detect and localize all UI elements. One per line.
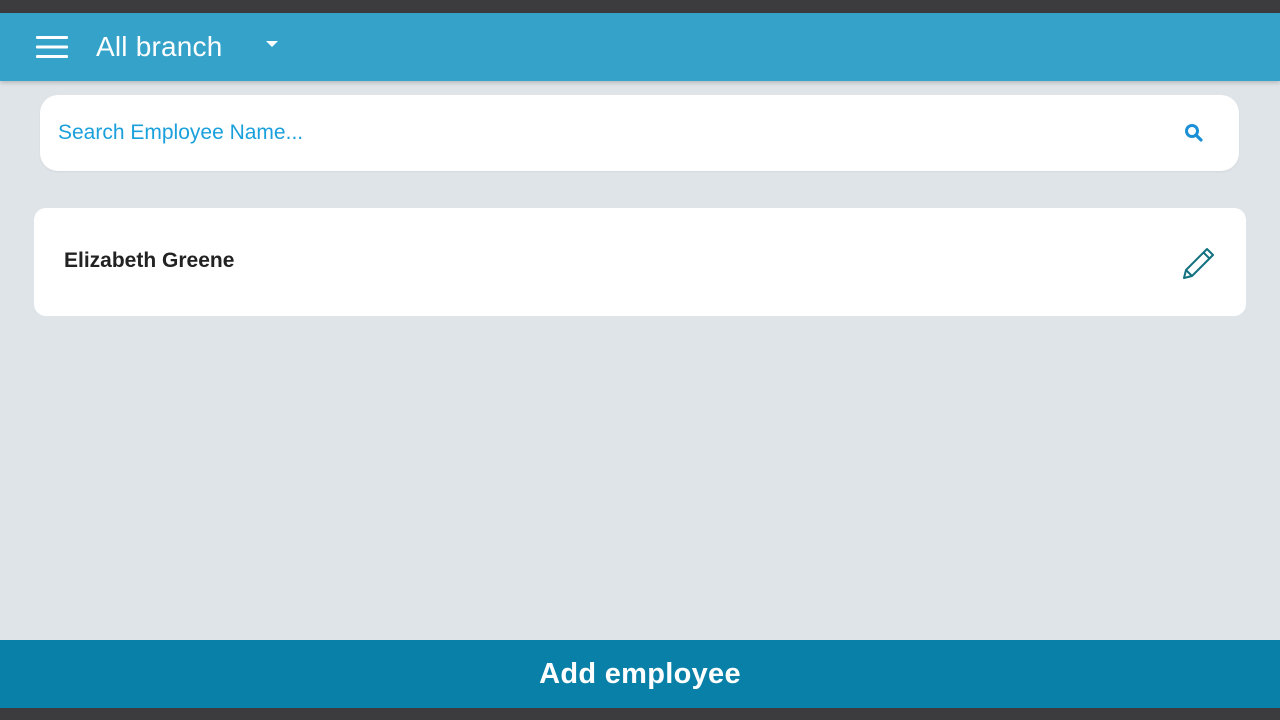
hamburger-menu-icon (36, 36, 68, 58)
status-bar (0, 0, 1280, 13)
caret-down-icon (266, 41, 278, 47)
employee-list-item[interactable]: Elizabeth Greene (34, 208, 1246, 316)
search-bar (40, 95, 1239, 171)
navigation-bar (0, 708, 1280, 720)
search-icon (1185, 124, 1203, 142)
app-bar: All branch (0, 13, 1280, 81)
search-button[interactable] (1178, 117, 1210, 149)
branch-label: All branch (96, 31, 223, 62)
search-input[interactable] (58, 113, 1138, 153)
edit-pencil-icon (1183, 248, 1214, 279)
edit-employee-button[interactable] (1178, 244, 1218, 284)
employee-name: Elizabeth Greene (64, 249, 235, 272)
add-employee-button[interactable]: Add employee (0, 640, 1280, 708)
branch-dropdown[interactable]: All branch (96, 25, 296, 69)
menu-button[interactable] (28, 27, 76, 67)
